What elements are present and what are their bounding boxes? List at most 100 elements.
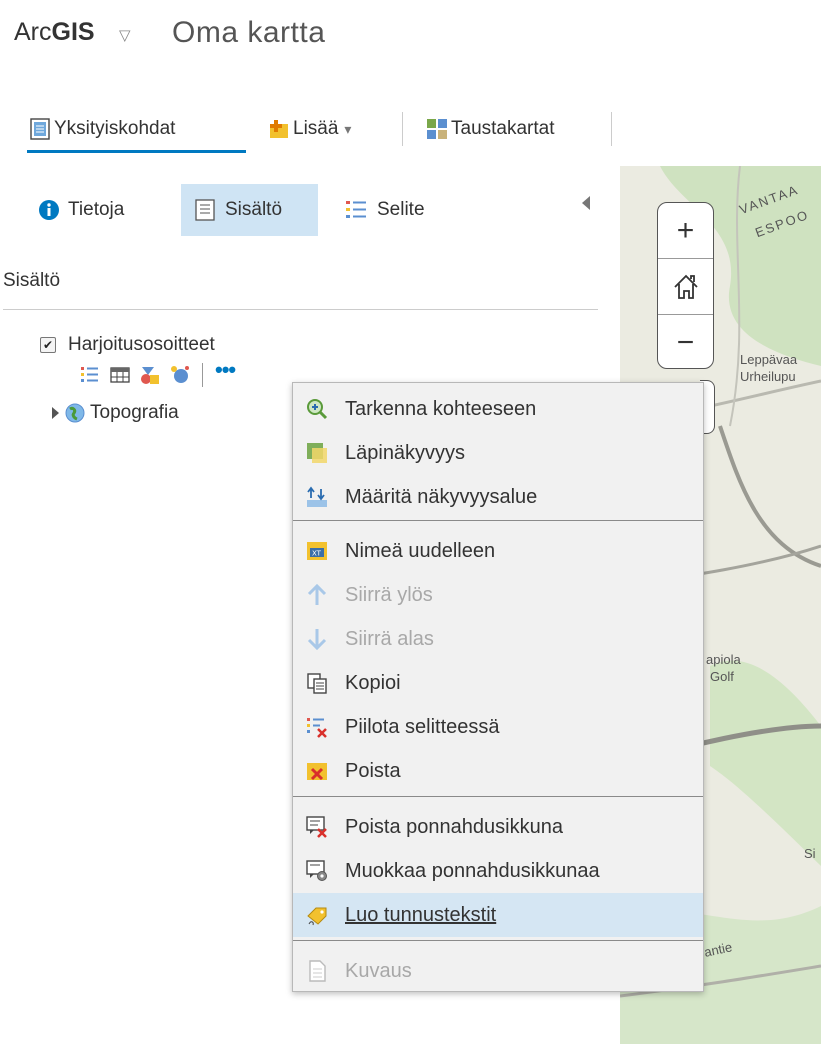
menu-item-label: Poista ponnahdusikkuna [345,815,563,838]
toolbar-separator [611,112,612,146]
add-button[interactable]: Lisää ▾ [268,114,351,144]
menu-item-rename[interactable]: XT Nimeä uudelleen [293,529,703,573]
menu-item-label: Piilota selitteessä [345,715,500,738]
create-labels-icon [307,907,327,926]
menu-item-label: Läpinäkyvyys [345,441,466,464]
more-options-icon[interactable]: ••• [215,357,236,383]
home-button[interactable] [658,258,713,315]
layer-actions: ••• [80,357,236,388]
menu-item-description[interactable]: Kuvaus [293,949,703,993]
map-label: apiola [706,652,741,667]
change-style-icon[interactable] [140,365,160,385]
arrow-up-icon [307,584,327,605]
menu-item-label: Siirrä ylös [345,583,433,606]
menu-item-visibility-range[interactable]: Määritä näkyvyysalue [293,475,703,519]
menu-item-label: Kuvaus [345,959,412,982]
show-legend-icon[interactable] [80,365,100,385]
contents-icon [195,199,215,221]
description-icon [309,960,326,982]
tab-legend-label: Selite [377,199,425,220]
section-title: Sisältö [3,270,61,291]
home-icon [673,274,698,299]
visibility-range-icon [307,486,327,507]
map-label: Leppävaa [740,352,798,367]
hide-legend-icon [307,718,327,738]
menu-separator [293,520,703,521]
app-header: ArcGIS ▽ Oma kartta [0,0,821,90]
toolbar-separator [402,112,403,146]
basemaps-button[interactable]: Taustakartat [426,114,555,144]
map-title: Oma kartta [172,16,326,49]
transparency-icon [307,443,327,463]
map-label: Si [804,846,816,861]
details-icon [30,118,50,140]
collapse-panel-icon[interactable] [582,196,590,210]
tab-contents[interactable]: Sisältö [181,184,318,236]
layer-item-topografia[interactable]: Topografia [52,402,179,424]
legend-icon [346,201,366,218]
menu-item-label: Siirrä alas [345,627,434,650]
remove-icon [307,763,327,781]
tab-contents-label: Sisältö [225,199,283,220]
rename-icon: XT [307,542,327,560]
map-label: Golf [710,669,734,684]
add-label: Lisää [293,118,339,139]
brand-caret-icon[interactable]: ▽ [119,26,131,44]
zoom-to-icon [307,399,328,420]
layer-visibility-checkbox[interactable]: ✔ [40,337,56,353]
details-label: Yksityiskohdat [54,118,176,139]
table-icon[interactable] [110,365,130,385]
add-dropdown-caret-icon: ▾ [344,120,352,137]
menu-item-zoom-to[interactable]: Tarkenna kohteeseen [293,387,703,431]
menu-item-label: Nimeä uudelleen [345,539,496,562]
menu-item-remove-popup[interactable]: Poista ponnahdusikkuna [293,805,703,849]
arrow-down-icon [307,629,327,650]
menu-item-label: Tarkenna kohteeseen [345,397,537,420]
menu-item-transparency[interactable]: Läpinäkyvyys [293,431,703,475]
brand-bold: GIS [51,18,95,46]
configure-popup-icon [306,860,327,881]
basemap-gallery-icon [427,119,447,139]
menu-item-move-up[interactable]: Siirrä ylös [293,573,703,617]
menu-item-configure-popup[interactable]: Muokkaa ponnahdusikkunaa [293,849,703,893]
zoom-out-button[interactable]: − [658,315,713,370]
details-button[interactable]: Yksityiskohdat [30,114,175,144]
add-layer-icon [270,120,288,138]
copy-icon [307,673,327,694]
layer-name: Topografia [90,402,179,423]
brand-prefix: Arc [14,18,52,46]
menu-item-label: Muokkaa ponnahdusikkunaa [345,859,600,882]
zoom-control: + − [657,202,714,369]
actions-separator [202,363,203,387]
zoom-in-button[interactable]: + [658,203,713,258]
info-icon [39,200,59,220]
tab-legend[interactable]: Selite [345,184,425,236]
layer-context-menu: Tarkenna kohteeseen Läpinäkyvyys Määritä… [292,382,704,992]
layer-name: Harjoitusosoitteet [68,334,215,355]
arcgis-brand-menu[interactable]: ArcGIS [14,18,95,47]
menu-item-label: Luo tunnustekstit [345,903,497,926]
main-toolbar: Yksityiskohdat Lisää ▾ Taustakartat [0,90,821,167]
menu-item-hide-in-legend[interactable]: Piilota selitteessä [293,705,703,749]
map-label: Urheilupu [740,369,796,384]
basemaps-label: Taustakartat [451,118,555,139]
menu-item-copy[interactable]: Kopioi [293,661,703,705]
globe-icon [65,403,85,423]
svg-text:XT: XT [312,550,322,558]
menu-item-label: Poista [345,759,401,782]
tab-about-label: Tietoja [68,199,125,220]
menu-separator [293,796,703,797]
menu-item-move-down[interactable]: Siirrä alas [293,617,703,661]
menu-item-label: Määritä näkyvyysalue [345,485,538,508]
layer-item-harjoitusosoitteet[interactable]: ✔ Harjoitusosoitteet [40,334,215,356]
perform-analysis-icon[interactable] [170,365,190,385]
divider [3,309,598,310]
details-active-underline [27,150,246,153]
expand-triangle-icon[interactable] [52,407,59,419]
menu-item-remove[interactable]: Poista [293,749,703,793]
menu-separator [293,940,703,941]
menu-item-create-labels[interactable]: Luo tunnustekstit [293,893,703,937]
tab-about[interactable]: Tietoja [38,184,124,236]
remove-popup-icon [306,816,327,838]
menu-item-label: Kopioi [345,671,401,694]
